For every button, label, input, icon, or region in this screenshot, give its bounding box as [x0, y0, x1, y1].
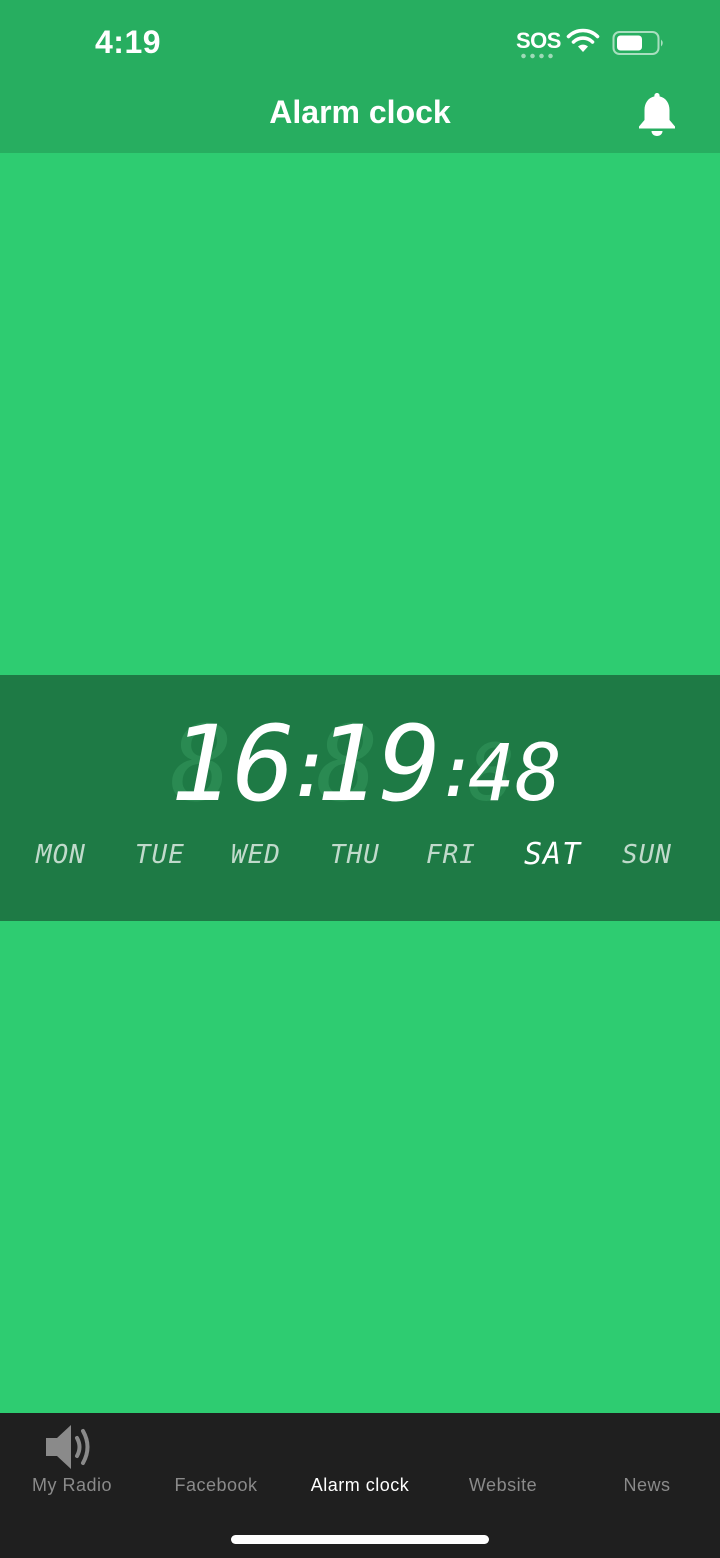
page-title: Alarm clock	[269, 94, 451, 130]
status-time: 4:19	[95, 24, 162, 60]
signal-dots	[519, 53, 555, 59]
day-sun: SUN	[622, 840, 672, 870]
tab-alarm-clock[interactable]: Alarm clock	[288, 1475, 432, 1496]
status-bar: 4:19 SOS	[0, 0, 720, 86]
clock-digits: 8 8 8 16 : 19 : 48	[170, 708, 562, 818]
day-mon: MON	[36, 840, 86, 870]
day-tue: TUE	[135, 840, 185, 870]
tab-news[interactable]: News	[575, 1475, 719, 1496]
app-header: 4:19 SOS Alarm clock	[0, 0, 720, 153]
tab-my-radio[interactable]: My Radio	[0, 1475, 144, 1496]
clock-hours: 16	[170, 708, 295, 818]
day-thu: THU	[330, 840, 380, 870]
day-sat: SAT	[524, 837, 582, 872]
clock-seconds: 48	[468, 729, 562, 818]
weekday-row: MON TUE WED THU FRI SAT SUN	[0, 837, 720, 880]
battery-icon	[612, 31, 663, 55]
wifi-icon	[566, 28, 600, 52]
day-wed: WED	[231, 840, 281, 870]
clock-minutes: 19	[316, 708, 441, 818]
home-indicator[interactable]	[231, 1535, 489, 1544]
bell-icon[interactable]	[634, 90, 680, 138]
sos-indicator: SOS	[516, 28, 561, 53]
tab-website[interactable]: Website	[431, 1475, 575, 1496]
day-fri: FRI	[426, 840, 476, 870]
tab-facebook[interactable]: Facebook	[144, 1475, 288, 1496]
speaker-icon[interactable]	[44, 1421, 100, 1473]
